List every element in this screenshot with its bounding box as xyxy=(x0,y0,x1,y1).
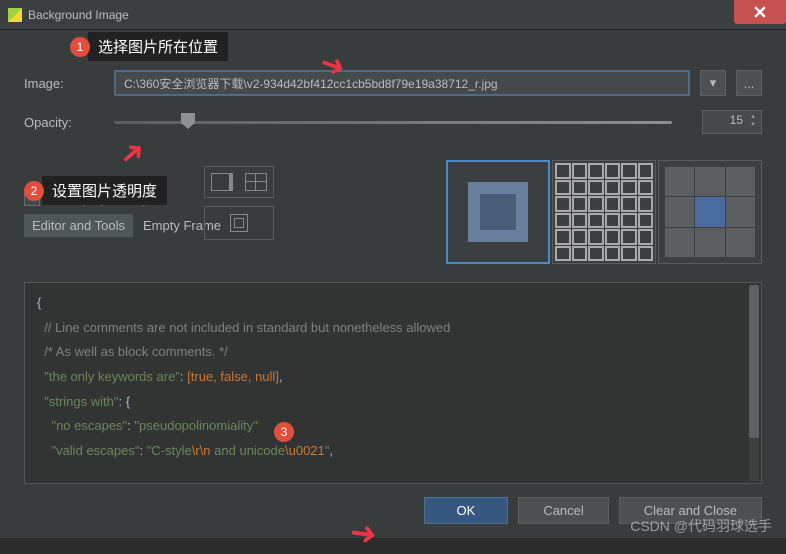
titlebar: Background Image xyxy=(0,0,786,30)
opacity-spinner[interactable]: ▴▾ xyxy=(747,113,759,129)
opacity-row: Opacity: 15 ▴▾ xyxy=(24,110,762,134)
image-label: Image: xyxy=(24,76,104,91)
slider-thumb[interactable] xyxy=(181,113,195,129)
image-path-input[interactable] xyxy=(114,70,690,96)
slider-track xyxy=(114,121,672,124)
dialog-content: 1 选择图片所在位置 Image: ▾ ... Opacity: 15 ▴▾ 2… xyxy=(0,30,786,538)
code-preview: { // Line comments are not included in s… xyxy=(24,282,762,484)
opacity-slider[interactable] xyxy=(114,112,672,132)
image-row: Image: ▾ ... xyxy=(24,70,762,96)
close-button[interactable] xyxy=(734,0,786,24)
path-dropdown[interactable]: ▾ xyxy=(700,70,726,96)
window-title: Background Image xyxy=(28,8,129,22)
opacity-value-field[interactable]: 15 ▴▾ xyxy=(702,110,762,134)
preview-row xyxy=(446,160,762,264)
tab-editor-tools[interactable]: Editor and Tools xyxy=(24,214,133,237)
callout-num-2: 2 xyxy=(24,181,44,201)
tile-option-1[interactable] xyxy=(204,166,274,198)
preview-tile[interactable] xyxy=(552,160,656,264)
callout-num-3: 3 xyxy=(274,422,294,442)
ok-button[interactable]: OK xyxy=(424,497,509,524)
callout-num-1: 1 xyxy=(70,37,90,57)
preview-plain[interactable] xyxy=(658,160,762,264)
watermark: CSDN @代码羽球选手 xyxy=(630,516,772,536)
cancel-button[interactable]: Cancel xyxy=(518,497,608,524)
browse-button[interactable]: ... xyxy=(736,70,762,96)
opacity-label: Opacity: xyxy=(24,115,104,130)
tile-option-2[interactable] xyxy=(204,206,274,240)
preview-scale[interactable] xyxy=(446,160,550,264)
placement-icons xyxy=(204,166,274,240)
callout-2: 2 设置图片透明度 xyxy=(42,176,167,205)
app-icon xyxy=(8,8,22,22)
scrollbar-thumb[interactable] xyxy=(749,285,759,438)
close-icon xyxy=(754,6,766,18)
callout-1: 1 选择图片所在位置 xyxy=(88,32,228,61)
code-scrollbar[interactable] xyxy=(749,285,759,481)
